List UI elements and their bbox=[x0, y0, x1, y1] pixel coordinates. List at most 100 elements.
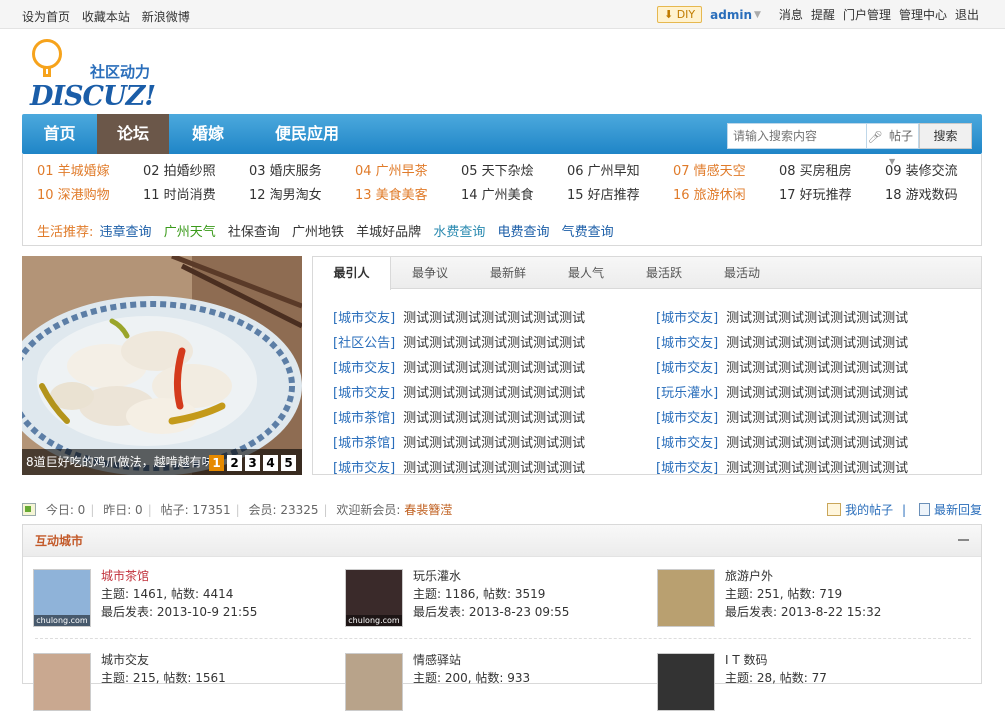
slide-page-2[interactable]: 2 bbox=[227, 455, 242, 471]
life-link-traffic[interactable]: 违章查询 bbox=[100, 225, 152, 240]
post-title-link[interactable]: 测试测试测试测试测试测试测试 bbox=[403, 311, 585, 326]
forum-name-link[interactable]: 城市茶馆 bbox=[101, 567, 257, 585]
set-homepage-link[interactable]: 设为首页 bbox=[22, 10, 70, 24]
admin-center-link[interactable]: 管理中心 bbox=[899, 6, 947, 23]
forum-thumbnail[interactable]: chulong.com bbox=[345, 569, 403, 627]
life-link-electric[interactable]: 电费查询 bbox=[497, 225, 549, 240]
logout-link[interactable]: 退出 bbox=[955, 6, 979, 23]
post-title-link[interactable]: 测试测试测试测试测试测试测试 bbox=[726, 461, 908, 474]
post-category-link[interactable]: [城市交友] bbox=[656, 336, 718, 351]
user-name-link[interactable]: admin bbox=[710, 8, 752, 22]
category-link[interactable]: 17 好玩推荐 bbox=[779, 186, 852, 206]
post-title-link[interactable]: 测试测试测试测试测试测试测试 bbox=[403, 411, 585, 426]
search-button[interactable]: 搜索 bbox=[919, 123, 972, 149]
category-link[interactable]: 10 深港购物 bbox=[37, 186, 110, 206]
post-title-link[interactable]: 测试测试测试测试测试测试测试 bbox=[403, 361, 585, 376]
forum-thumbnail[interactable] bbox=[657, 653, 715, 711]
nav-item-apps[interactable]: 便民应用 bbox=[247, 114, 367, 154]
post-category-link[interactable]: [城市交友] bbox=[656, 411, 718, 426]
category-link[interactable]: 07 情感天空 bbox=[673, 162, 746, 182]
forum-thumbnail[interactable]: chulong.com bbox=[33, 569, 91, 627]
post-title-link[interactable]: 测试测试测试测试测试测试测试 bbox=[726, 311, 908, 326]
category-link[interactable]: 15 好店推荐 bbox=[567, 186, 640, 206]
life-link-weather[interactable]: 广州天气 bbox=[164, 225, 216, 240]
forum-name-link[interactable]: 旅游户外 bbox=[725, 567, 881, 585]
category-link[interactable]: 05 天下杂烩 bbox=[461, 162, 534, 182]
category-link[interactable]: 01 羊城婚嫁 bbox=[37, 162, 110, 182]
category-link[interactable]: 03 婚庆服务 bbox=[249, 162, 322, 182]
life-link-brand[interactable]: 羊城好品牌 bbox=[356, 225, 421, 240]
tab-newest[interactable]: 最新鲜 bbox=[469, 257, 547, 289]
post-category-link[interactable]: [城市交友] bbox=[656, 361, 718, 376]
post-category-link[interactable]: [玩乐灌水] bbox=[656, 386, 718, 401]
slide-page-3[interactable]: 3 bbox=[245, 455, 260, 471]
image-slideshow[interactable]: 8道巨好吃的鸡爪做法，越啃越有味 1 2 3 4 5 bbox=[22, 256, 302, 475]
life-link-water[interactable]: 水费查询 bbox=[433, 225, 485, 240]
latest-replies-link[interactable]: 最新回复 bbox=[934, 503, 982, 517]
forum-thumbnail[interactable] bbox=[33, 653, 91, 711]
category-link[interactable]: 13 美食美客 bbox=[355, 186, 428, 206]
microphone-icon[interactable]: 🎤︎ bbox=[867, 123, 883, 149]
post-category-link[interactable]: [城市交友] bbox=[333, 361, 395, 376]
site-logo[interactable]: 社区动力 DISCUZ! bbox=[28, 39, 168, 112]
category-link[interactable]: 16 旅游休闲 bbox=[673, 186, 746, 206]
category-link[interactable]: 12 淘男淘女 bbox=[249, 186, 322, 206]
tab-most-events[interactable]: 最活动 bbox=[703, 257, 781, 289]
post-title-link[interactable]: 测试测试测试测试测试测试测试 bbox=[726, 411, 908, 426]
category-link[interactable]: 18 游戏数码 bbox=[885, 186, 958, 206]
post-title-link[interactable]: 测试测试测试测试测试测试测试 bbox=[726, 436, 908, 451]
post-category-link[interactable]: [城市交友] bbox=[656, 311, 718, 326]
post-category-link[interactable]: [城市交友] bbox=[333, 461, 395, 474]
chevron-down-icon[interactable]: ▼ bbox=[754, 10, 761, 20]
category-link[interactable]: 02 拍婚纱照 bbox=[143, 162, 216, 182]
post-category-link[interactable]: [城市交友] bbox=[333, 311, 395, 326]
nav-item-forum[interactable]: 论坛 bbox=[97, 114, 169, 154]
post-title-link[interactable]: 测试测试测试测试测试测试测试 bbox=[403, 336, 585, 351]
forum-name-link[interactable]: 城市交友 bbox=[101, 651, 226, 669]
category-link[interactable]: 09 装修交流 bbox=[885, 162, 958, 182]
post-title-link[interactable]: 测试测试测试测试测试测试测试 bbox=[726, 336, 908, 351]
tab-most-active[interactable]: 最活跃 bbox=[625, 257, 703, 289]
post-title-link[interactable]: 测试测试测试测试测试测试测试 bbox=[403, 436, 585, 451]
forum-name-link[interactable]: 情感驿站 bbox=[413, 651, 530, 669]
tab-most-attractive[interactable]: 最引人 bbox=[313, 257, 391, 290]
post-category-link[interactable]: [城市交友] bbox=[656, 436, 718, 451]
diy-button[interactable]: ⬇ DIY bbox=[656, 6, 703, 23]
search-input[interactable] bbox=[727, 123, 867, 149]
forum-name-link[interactable]: 玩乐灌水 bbox=[413, 567, 569, 585]
slide-page-5[interactable]: 5 bbox=[281, 455, 296, 471]
post-title-link[interactable]: 测试测试测试测试测试测试测试 bbox=[403, 461, 585, 474]
post-title-link[interactable]: 测试测试测试测试测试测试测试 bbox=[726, 386, 908, 401]
category-link[interactable]: 06 广州早知 bbox=[567, 162, 640, 182]
post-category-link[interactable]: [城市茶馆] bbox=[333, 436, 395, 451]
post-category-link[interactable]: [城市交友] bbox=[333, 386, 395, 401]
nav-item-home[interactable]: 首页 bbox=[22, 114, 97, 154]
forum-thumbnail[interactable] bbox=[345, 653, 403, 711]
tab-most-controversial[interactable]: 最争议 bbox=[391, 257, 469, 289]
category-link[interactable]: 14 广州美食 bbox=[461, 186, 534, 206]
forum-name-link[interactable]: I T 数码 bbox=[725, 651, 827, 669]
tab-most-popular[interactable]: 最人气 bbox=[547, 257, 625, 289]
category-link[interactable]: 08 买房租房 bbox=[779, 162, 852, 182]
forum-thumbnail[interactable] bbox=[657, 569, 715, 627]
portal-admin-link[interactable]: 门户管理 bbox=[843, 6, 891, 23]
slide-page-4[interactable]: 4 bbox=[263, 455, 278, 471]
post-category-link[interactable]: [社区公告] bbox=[333, 336, 395, 351]
category-link[interactable]: 11 时尚消费 bbox=[143, 186, 216, 206]
bookmark-link[interactable]: 收藏本站 bbox=[82, 10, 130, 24]
life-link-gas[interactable]: 气费查询 bbox=[562, 225, 614, 240]
nav-item-wedding[interactable]: 婚嫁 bbox=[169, 114, 247, 154]
post-category-link[interactable]: [城市茶馆] bbox=[333, 411, 395, 426]
search-type-select[interactable]: 帖子 ▼ bbox=[883, 123, 919, 166]
messages-link[interactable]: 消息 bbox=[779, 6, 803, 23]
collapse-icon[interactable] bbox=[958, 539, 969, 541]
post-title-link[interactable]: 测试测试测试测试测试测试测试 bbox=[403, 386, 585, 401]
newest-member-link[interactable]: 春裴簪滢 bbox=[404, 503, 452, 517]
notifications-link[interactable]: 提醒 bbox=[811, 6, 835, 23]
life-link-insurance[interactable]: 社保查询 bbox=[228, 225, 280, 240]
life-link-metro[interactable]: 广州地铁 bbox=[292, 225, 344, 240]
sina-weibo-link[interactable]: 新浪微博 bbox=[142, 10, 190, 24]
post-category-link[interactable]: [城市交友] bbox=[656, 461, 718, 474]
category-link[interactable]: 04 广州早茶 bbox=[355, 162, 428, 182]
my-posts-link[interactable]: 我的帖子 bbox=[845, 503, 893, 517]
